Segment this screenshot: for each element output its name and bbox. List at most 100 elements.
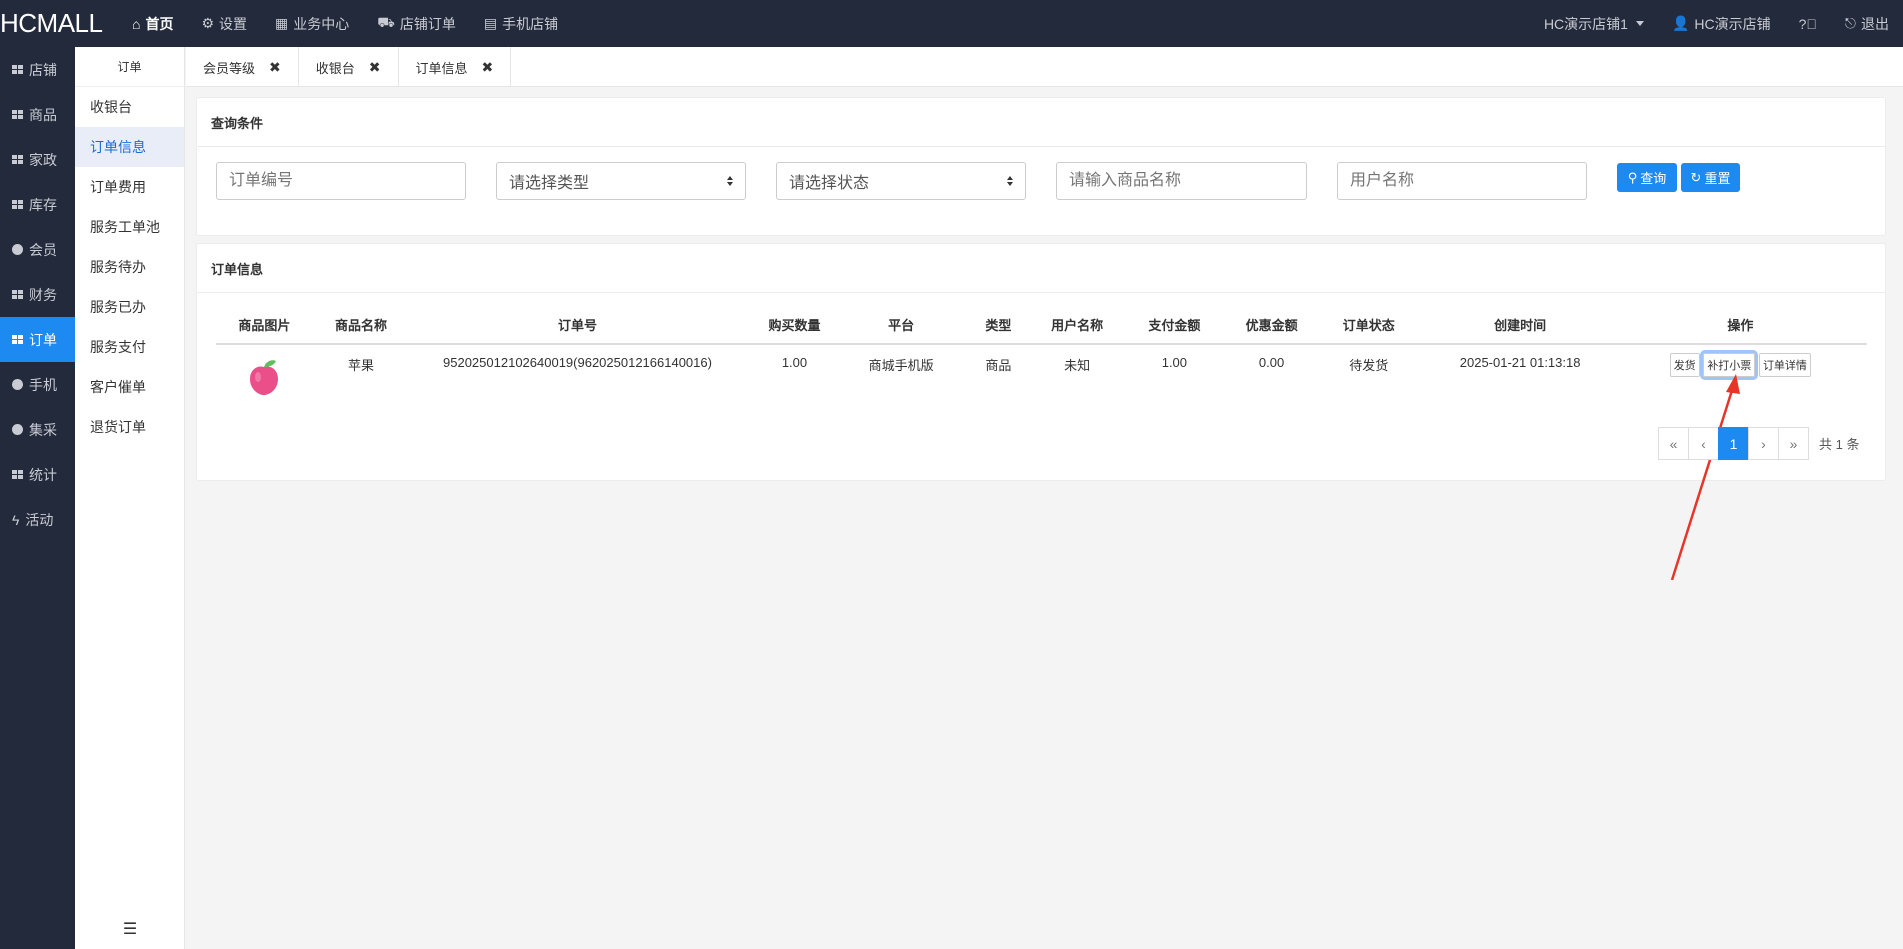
logo[interactable]: HCMALL <box>0 8 118 39</box>
select-arrows-icon <box>727 176 733 186</box>
close-icon[interactable]: ✖ <box>369 59 381 76</box>
query-panel-title: 查询条件 <box>197 98 1885 147</box>
cart-icon: ⛟ <box>377 14 395 30</box>
page-tabs: 会员等级 ✖ 收银台 ✖ 订单信息 ✖ <box>186 47 1903 87</box>
product-image-cell <box>216 344 313 402</box>
topnav-home[interactable]: ⌂ 首页 <box>118 0 187 47</box>
grid-icon <box>12 470 23 479</box>
subnav-item-order-info[interactable]: 订单信息 <box>75 127 184 167</box>
col-status: 订单状态 <box>1310 306 1427 345</box>
col-created: 创建时间 <box>1426 306 1614 345</box>
quantity-cell: 1.00 <box>781 355 808 370</box>
orders-panel-title: 订单信息 <box>197 244 1885 293</box>
help-icon: ?⃝ <box>1798 15 1817 32</box>
subnav-item-order-fees[interactable]: 订单费用 <box>75 167 184 207</box>
topnav-store-orders[interactable]: ⛟ 店铺订单 <box>363 0 470 47</box>
table-row: 苹果 952025012102640019(962025012166140016… <box>216 344 1867 402</box>
user-menu[interactable]: 👤 HC演示店铺 <box>1658 14 1785 34</box>
col-quantity: 购买数量 <box>745 306 844 345</box>
leftnav-item-finance[interactable]: 财务 <box>0 272 75 317</box>
reset-button[interactable]: ↻ 重置 <box>1681 163 1740 192</box>
subnav-item-service-done[interactable]: 服务已办 <box>75 287 184 327</box>
topnav-settings[interactable]: ⚙ 设置 <box>187 0 261 47</box>
status-cell: 待发货 <box>1349 358 1389 373</box>
grid-icon <box>12 65 23 74</box>
collapse-menu-icon[interactable]: ☰ <box>75 919 185 939</box>
user-icon: 👤 <box>1671 15 1690 31</box>
home-icon: ⌂ <box>132 15 141 32</box>
order-no-input[interactable] <box>216 162 466 200</box>
status-select[interactable]: 请选择状态 <box>776 162 1026 200</box>
product-name-input[interactable] <box>1056 162 1307 200</box>
leftnav-item-order[interactable]: 订单 <box>0 317 75 362</box>
pager-first[interactable]: « <box>1658 427 1689 460</box>
user-name-input[interactable] <box>1337 162 1587 200</box>
platform-cell: 商城手机版 <box>868 358 934 373</box>
help-button[interactable]: ?⃝ <box>1785 16 1831 32</box>
pager-current[interactable]: 1 <box>1718 427 1749 460</box>
left-nav: 店铺 商品 家政 库存 会员 财务 订单 手机 集采 统计 ϟ 活动 <box>0 47 75 949</box>
sub-nav: 订单 收银台 订单信息 订单费用 服务工单池 服务待办 服务已办 服务支付 客户… <box>75 47 185 949</box>
discount-cell: 0.00 <box>1258 355 1285 370</box>
topnav-mobile-store[interactable]: ▤ 手机店铺 <box>470 0 572 47</box>
product-image[interactable] <box>242 355 286 399</box>
col-product-name: 商品名称 <box>312 306 410 345</box>
leftnav-item-activity[interactable]: ϟ 活动 <box>0 497 75 542</box>
table-header-row: 商品图片 商品名称 订单号 购买数量 平台 类型 用户名称 支付金额 优惠金额 … <box>216 306 1867 345</box>
search-icon: ⚲ <box>1627 169 1638 185</box>
pagination: « ‹ 1 › » 共 1 条 <box>1658 427 1859 460</box>
calculator-icon: ▦ <box>275 15 289 31</box>
bolt-icon: ϟ <box>12 511 20 528</box>
leftnav-item-product[interactable]: 商品 <box>0 92 75 137</box>
gear-icon: ⚙ <box>201 15 215 31</box>
tab-member-level[interactable]: 会员等级 ✖ <box>186 47 299 87</box>
pager-prev[interactable]: ‹ <box>1688 427 1719 460</box>
order-no-cell: 952025012102640019(962025012166140016) <box>443 355 712 370</box>
leftnav-item-housekeeping[interactable]: 家政 <box>0 137 75 182</box>
select-arrows-icon <box>1007 176 1013 186</box>
top-right: HC演示店铺1 👤 HC演示店铺 ?⃝ ⎋ 退出 <box>1530 0 1903 47</box>
subnav-header: 订单 <box>75 47 184 87</box>
paid-cell: 1.00 <box>1161 355 1188 370</box>
user-cell: 未知 <box>1064 358 1091 373</box>
col-product-image: 商品图片 <box>216 306 313 345</box>
search-button[interactable]: ⚲ 查询 <box>1617 163 1677 192</box>
col-actions: 操作 <box>1613 306 1867 345</box>
topnav-business-center[interactable]: ▦ 业务中心 <box>261 0 363 47</box>
store-select[interactable]: HC演示店铺1 <box>1530 14 1658 34</box>
type-select[interactable]: 请选择类型 <box>496 162 746 200</box>
subnav-item-service-pool[interactable]: 服务工单池 <box>75 207 184 247</box>
col-paid: 支付金额 <box>1116 306 1233 345</box>
close-icon[interactable]: ✖ <box>482 59 494 76</box>
subnav-item-cashier[interactable]: 收银台 <box>75 87 184 127</box>
grid-icon <box>12 155 23 164</box>
close-icon[interactable]: ✖ <box>269 59 281 76</box>
subnav-item-customer-urge[interactable]: 客户催单 <box>75 367 184 407</box>
logout-button[interactable]: ⎋ 退出 <box>1831 14 1903 34</box>
leftnav-item-mobile[interactable]: 手机 <box>0 362 75 407</box>
mobile-icon: ▤ <box>483 15 498 31</box>
grid-icon <box>12 200 23 209</box>
leftnav-item-inventory[interactable]: 库存 <box>0 182 75 227</box>
globe-icon <box>12 244 23 255</box>
leftnav-item-store[interactable]: 店铺 <box>0 47 75 92</box>
logout-icon: ⎋ <box>1844 15 1856 31</box>
col-discount: 优惠金额 <box>1232 306 1311 345</box>
leftnav-item-member[interactable]: 会员 <box>0 227 75 272</box>
pager-last[interactable]: » <box>1778 427 1809 460</box>
subnav-item-return-orders[interactable]: 退货订单 <box>75 407 184 447</box>
globe-icon <box>12 424 23 435</box>
subnav-item-service-todo[interactable]: 服务待办 <box>75 247 184 287</box>
grid-icon <box>12 110 23 119</box>
leftnav-item-procurement[interactable]: 集采 <box>0 407 75 452</box>
col-order-no: 订单号 <box>409 306 746 345</box>
tab-cashier[interactable]: 收银台 ✖ <box>299 47 399 87</box>
created-cell: 2025-01-21 01:13:18 <box>1459 355 1581 370</box>
pager-next[interactable]: › <box>1748 427 1779 460</box>
col-platform: 平台 <box>843 306 959 345</box>
type-cell: 商品 <box>985 358 1012 373</box>
leftnav-item-stats[interactable]: 统计 <box>0 452 75 497</box>
subnav-item-service-pay[interactable]: 服务支付 <box>75 327 184 367</box>
tab-order-info[interactable]: 订单信息 ✖ <box>399 47 512 87</box>
grid-icon <box>12 335 23 344</box>
